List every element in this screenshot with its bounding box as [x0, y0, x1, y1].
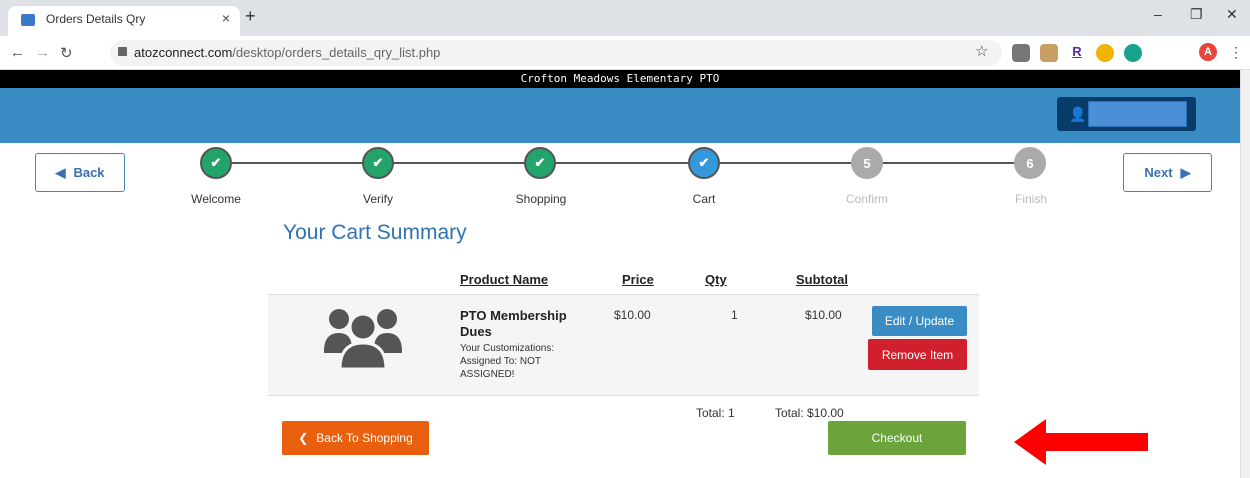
new-tab-icon[interactable]: +	[245, 6, 256, 27]
bookmark-star-icon[interactable]: ☆	[975, 42, 988, 60]
browser-tab-bar: Orders Details Qry × + – ❐ ✕	[0, 0, 1250, 36]
column-header-product: Product Name	[460, 272, 549, 287]
progress-line	[232, 162, 1042, 164]
step-cart-marker: ✔	[688, 147, 720, 179]
restore-icon[interactable]: ❐	[1190, 6, 1203, 23]
column-header-qty: Qty	[705, 272, 727, 287]
url-text: atozconnect.com/desktop/orders_details_q…	[134, 45, 440, 60]
extension-icon[interactable]	[1124, 44, 1142, 62]
back-to-shopping-label: Back To Shopping	[316, 431, 413, 445]
extension-icon[interactable]	[1096, 44, 1114, 62]
lock-icon	[118, 47, 127, 56]
step-cart-label: Cart	[692, 192, 716, 206]
step-verify-marker: ✔	[362, 147, 394, 179]
next-button[interactable]: Next ▶	[1123, 153, 1212, 192]
step-confirm-marker: 5	[851, 147, 883, 179]
group-users-icon	[324, 309, 402, 371]
total-qty: Total: 1	[696, 406, 735, 420]
step-confirm-label: Confirm	[845, 192, 888, 206]
org-name-bar: Crofton Meadows Elementary PTO	[0, 70, 1240, 88]
scrollbar[interactable]	[1240, 70, 1250, 478]
extension-icon[interactable]	[1012, 44, 1030, 62]
url-path: /desktop/orders_details_qry_list.php	[232, 45, 441, 60]
step-welcome-marker: ✔	[200, 147, 232, 179]
step-finish-label: Finish	[1014, 192, 1047, 206]
favicon-icon	[21, 14, 35, 26]
minimize-icon[interactable]: –	[1154, 6, 1162, 22]
url-domain: atozconnect.com	[134, 45, 233, 60]
edit-update-button[interactable]: Edit / Update	[872, 306, 967, 336]
item-subtotal: $10.00	[805, 308, 842, 322]
forward-arrow-icon[interactable]: →	[35, 44, 50, 61]
browser-menu-icon[interactable]: ⋮	[1229, 44, 1243, 61]
tab-title: Orders Details Qry	[46, 12, 146, 26]
column-header-subtotal: Subtotal	[796, 272, 848, 287]
item-qty: 1	[731, 308, 738, 322]
remove-item-button[interactable]: Remove Item	[868, 339, 967, 370]
next-label: Next	[1144, 165, 1173, 180]
back-to-shopping-button[interactable]: ❮ Back To Shopping	[282, 421, 429, 455]
step-shopping-label: Shopping	[515, 192, 567, 206]
url-field[interactable]: atozconnect.com/desktop/orders_details_q…	[110, 40, 1002, 66]
back-label: Back	[73, 165, 105, 180]
column-header-price: Price	[622, 272, 654, 287]
user-icon: 👤	[1069, 106, 1087, 122]
product-customizations: Your Customizations: Assigned To: NOT AS…	[460, 343, 555, 380]
username-field	[1088, 101, 1187, 127]
close-window-icon[interactable]: ✕	[1226, 6, 1238, 23]
step-shopping-marker: ✔	[524, 147, 556, 179]
user-menu[interactable]: 👤	[1057, 97, 1196, 131]
address-bar: ← → ↻ atozconnect.com/desktop/orders_det…	[0, 36, 1250, 70]
product-name: PTO Membership Dues	[460, 308, 567, 339]
cart-row: PTO Membership Dues Your Customizations:…	[268, 294, 979, 396]
profile-avatar[interactable]: A	[1199, 43, 1217, 61]
cart-title: Your Cart Summary	[283, 221, 467, 244]
annotation-arrow-icon	[1014, 419, 1148, 465]
step-verify-label: Verify	[362, 192, 393, 206]
step-finish-marker: 6	[1014, 147, 1046, 179]
step-welcome-label: Welcome	[191, 192, 241, 206]
back-arrow-icon[interactable]: ←	[10, 44, 25, 61]
caret-right-icon: ▶	[1180, 164, 1191, 180]
back-button[interactable]: ◀ Back	[35, 153, 125, 192]
extension-icon[interactable]: R	[1068, 44, 1086, 62]
tab-close-icon[interactable]: ×	[222, 10, 230, 26]
item-price: $10.00	[614, 308, 651, 322]
checkout-button[interactable]: Checkout	[828, 421, 966, 455]
reload-icon[interactable]: ↻	[60, 44, 73, 62]
caret-left-icon: ◀	[55, 164, 66, 180]
total-amount: Total: $10.00	[775, 406, 844, 420]
chevron-left-icon: ❮	[298, 431, 309, 445]
extension-icon[interactable]	[1040, 44, 1058, 62]
browser-tab[interactable]: Orders Details Qry ×	[8, 6, 240, 36]
site-banner: 👤	[0, 88, 1240, 143]
